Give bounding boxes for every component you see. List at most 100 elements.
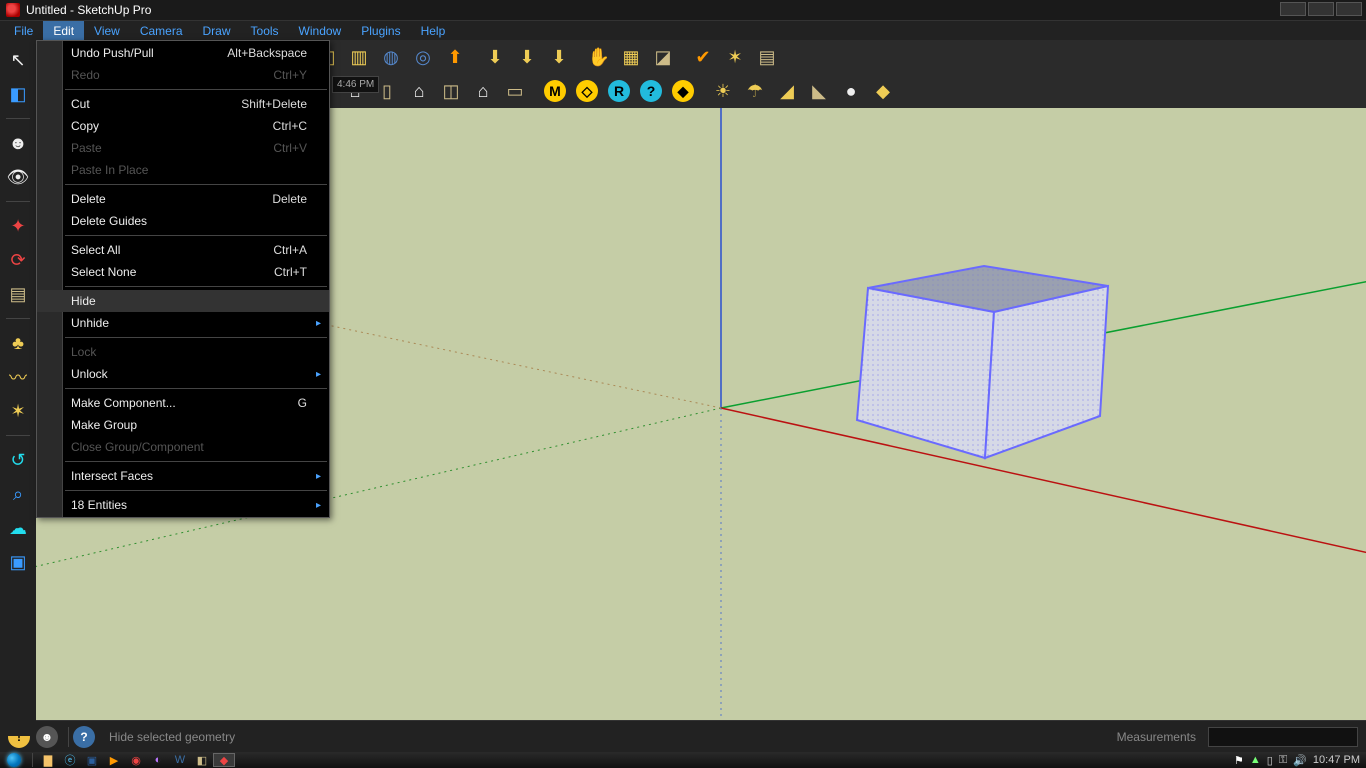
menu-edit[interactable]: Edit xyxy=(43,21,84,40)
left-toolbar: ↖ ◧ ☻ 👁 ✦ ⟳ ▤ ♣ 〰 ✶ ↺ ⌕ ☁ ▣ xyxy=(0,40,36,736)
shade2-icon[interactable]: ◢ xyxy=(772,76,802,106)
menu-item-unhide[interactable]: Unhide▸ xyxy=(37,312,329,334)
menu-item-copy[interactable]: CopyCtrl+C xyxy=(37,115,329,137)
menu-item-delete[interactable]: DeleteDelete xyxy=(37,188,329,210)
menu-plugins[interactable]: Plugins xyxy=(351,21,410,40)
home2-icon[interactable]: ⌂ xyxy=(404,76,434,106)
menu-item-select-none[interactable]: Select NoneCtrl+T xyxy=(37,261,329,283)
tray-up-icon[interactable]: ▲ xyxy=(1250,754,1261,766)
menu-draw[interactable]: Draw xyxy=(193,21,241,40)
timestamp-badge: 4:46 PM xyxy=(332,76,379,93)
dia2-icon[interactable]: ◆ xyxy=(868,76,898,106)
tray-volume-icon[interactable]: 🔊 xyxy=(1293,754,1307,767)
tray-clock[interactable]: 10:47 PM xyxy=(1313,754,1360,766)
plugin-star[interactable]: ✶ xyxy=(4,397,32,425)
taskbar-ps-icon[interactable]: ▣ xyxy=(81,753,103,767)
d-btn-icon[interactable]: ◇ xyxy=(572,76,602,106)
up-arrow-icon[interactable]: ⬆ xyxy=(440,42,470,72)
menu-item-unlock[interactable]: Unlock▸ xyxy=(37,363,329,385)
plugin-misc[interactable]: ▣ xyxy=(4,548,32,576)
frame-icon[interactable]: ◪ xyxy=(648,42,678,72)
menu-item-undo-push-pull[interactable]: Undo Push/PullAlt+Backspace xyxy=(37,42,329,64)
edit-menu-dropdown: Undo Push/PullAlt+BackspaceRedoCtrl+Y Cut… xyxy=(36,40,330,518)
taskbar-app2-icon[interactable]: ◧ xyxy=(191,753,213,767)
sun1-icon[interactable]: ☀ xyxy=(708,76,738,106)
menu-item-select-all[interactable]: Select AllCtrl+A xyxy=(37,239,329,261)
m-btn-icon[interactable]: M xyxy=(540,76,570,106)
dl3-icon[interactable]: ⬇ xyxy=(544,42,574,72)
eye-tool[interactable]: 👁 xyxy=(4,163,32,191)
plugin-cloud[interactable]: ☁ xyxy=(4,514,32,542)
menu-tools[interactable]: Tools xyxy=(241,21,289,40)
taskbar-sketchup-icon[interactable]: ◆ xyxy=(213,753,235,767)
menu-item-delete-guides[interactable]: Delete Guides xyxy=(37,210,329,232)
select-tool[interactable]: ↖ xyxy=(4,46,32,74)
cal-icon[interactable]: ▤ xyxy=(752,42,782,72)
shade1-icon[interactable]: ☂ xyxy=(740,76,770,106)
tray-flag-icon[interactable]: ⚑ xyxy=(1234,754,1244,767)
home3-icon[interactable]: ⌂ xyxy=(468,76,498,106)
ball-icon[interactable]: ● xyxy=(836,76,866,106)
component-tool[interactable]: ◧ xyxy=(4,80,32,108)
menu-view[interactable]: View xyxy=(84,21,130,40)
tray-net-icon[interactable]: ⚿ xyxy=(1279,754,1287,767)
measurements-input[interactable] xyxy=(1208,727,1358,747)
hand2-icon[interactable]: ✋ xyxy=(584,42,614,72)
taskbar-word-icon[interactable]: W xyxy=(169,753,191,767)
plugin-search[interactable]: ⌕ xyxy=(4,480,32,508)
taskbar-explorer-icon[interactable]: ▇ xyxy=(37,753,59,767)
r-btn-icon[interactable]: R xyxy=(604,76,634,106)
figure-tool[interactable]: ☻ xyxy=(4,129,32,157)
grid-icon[interactable]: ▦ xyxy=(616,42,646,72)
taskbar-media-icon[interactable]: ▶ xyxy=(103,753,125,767)
maximize-button[interactable] xyxy=(1308,2,1334,16)
menu-help[interactable]: Help xyxy=(411,21,456,40)
menu-item-intersect-faces[interactable]: Intersect Faces▸ xyxy=(37,465,329,487)
windows-taskbar: ▇ ⓔ ▣ ▶ ◉ ◐ W ◧ ◆ ⚑ ▲ ▯ ⚿ 🔊 10:47 PM xyxy=(0,752,1366,768)
slab-icon[interactable]: ▭ xyxy=(500,76,530,106)
status-bar: ! ☻ ? Hide selected geometry Measurement… xyxy=(0,720,1366,752)
menu-camera[interactable]: Camera xyxy=(130,21,193,40)
taskbar-ie-icon[interactable]: ⓔ xyxy=(59,753,81,767)
dl1-icon[interactable]: ⬇ xyxy=(480,42,510,72)
dl2-icon[interactable]: ⬇ xyxy=(512,42,542,72)
plugin-reload[interactable]: ⟳ xyxy=(4,246,32,274)
spark-icon[interactable]: ✶ xyxy=(720,42,750,72)
taskbar-app1-icon[interactable]: ◐ xyxy=(147,753,169,767)
box3-icon[interactable]: ▥ xyxy=(344,42,374,72)
window-title: Untitled - SketchUp Pro xyxy=(26,3,151,17)
menu-item-make-component-[interactable]: Make Component...G xyxy=(37,392,329,414)
taskbar-chrome-icon[interactable]: ◉ xyxy=(125,753,147,767)
menu-window[interactable]: Window xyxy=(289,21,352,40)
close-button[interactable] xyxy=(1336,2,1362,16)
menu-item-cut[interactable]: CutShift+Delete xyxy=(37,93,329,115)
app-icon xyxy=(6,3,20,17)
menu-file[interactable]: File xyxy=(4,21,43,40)
plugin-red[interactable]: ✦ xyxy=(4,212,32,240)
menu-item-close-group-component: Close Group/Component xyxy=(37,436,329,458)
q-btn-icon[interactable]: ? xyxy=(636,76,666,106)
plugin-rotate[interactable]: ↺ xyxy=(4,446,32,474)
minimize-button[interactable] xyxy=(1280,2,1306,16)
system-tray: ⚑ ▲ ▯ ⚿ 🔊 10:47 PM xyxy=(1234,754,1366,767)
menu-item-paste-in-place: Paste In Place xyxy=(37,159,329,181)
shade3-icon[interactable]: ◣ xyxy=(804,76,834,106)
tray-battery-icon[interactable]: ▯ xyxy=(1267,754,1273,767)
start-button[interactable] xyxy=(0,752,28,768)
globe1-icon[interactable]: ◍ xyxy=(376,42,406,72)
win-icon[interactable]: ◫ xyxy=(436,76,466,106)
plugin-tree[interactable]: ♣ xyxy=(4,329,32,357)
plugin-curve[interactable]: 〰 xyxy=(4,363,32,391)
diamond-btn-icon[interactable]: ◆ xyxy=(668,76,698,106)
status-help-text: Hide selected geometry xyxy=(109,730,235,744)
menu-item-redo: RedoCtrl+Y xyxy=(37,64,329,86)
plugin-image[interactable]: ▤ xyxy=(4,280,32,308)
menu-item-18-entities[interactable]: 18 Entities▸ xyxy=(37,494,329,516)
status-help-icon[interactable]: ? xyxy=(73,726,95,748)
menu-item-make-group[interactable]: Make Group xyxy=(37,414,329,436)
measurements-label: Measurements xyxy=(1117,730,1202,744)
globe2-icon[interactable]: ◎ xyxy=(408,42,438,72)
check-icon[interactable]: ✔ xyxy=(688,42,718,72)
menu-item-hide[interactable]: Hide xyxy=(37,290,329,312)
status-user-icon[interactable]: ☻ xyxy=(36,726,58,748)
